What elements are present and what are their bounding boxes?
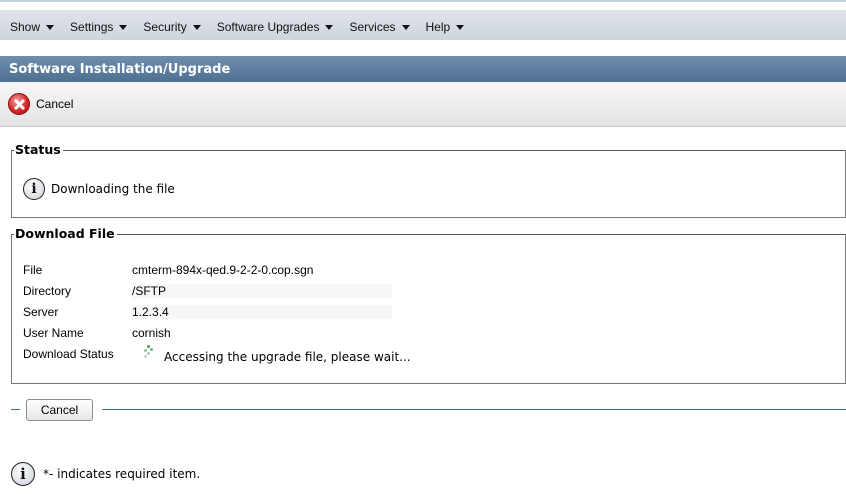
menu-services-label: Services [349, 20, 396, 34]
status-section: Status i Downloading the file [11, 143, 846, 218]
menu-security-label: Security [143, 20, 187, 34]
download-status-row: Download Status Accessing the upgrade fi… [12, 343, 846, 367]
user-name-label: User Name [23, 326, 84, 340]
menu-bar: Show Settings Security Software Upgrades… [0, 0, 846, 40]
chevron-down-icon [119, 24, 128, 30]
chevron-down-icon [456, 24, 465, 30]
user-name-value: cornish [132, 326, 171, 340]
menu-security[interactable]: Security [143, 20, 201, 34]
chevron-down-icon [401, 24, 410, 30]
download-status-message: Accessing the upgrade file, please wait.… [164, 350, 411, 364]
directory-label: Directory [23, 284, 72, 298]
cancel-x-icon [8, 93, 30, 115]
directory-value: /SFTP [132, 284, 392, 298]
directory-row: Directory /SFTP [12, 280, 412, 300]
status-legend: Status [15, 142, 61, 157]
file-label: File [23, 263, 43, 277]
toolbar-cancel-label: Cancel [36, 97, 74, 111]
footer-note: i *- indicates required item. [11, 462, 200, 486]
download-file-section: Download File File cmterm-894x-qed.9-2-2… [11, 227, 846, 384]
chevron-down-icon [325, 24, 334, 30]
info-icon: i [23, 178, 45, 200]
toolbar: Cancel [0, 82, 846, 127]
page-title: Software Installation/Upgrade [0, 56, 846, 82]
chevron-down-icon [192, 24, 201, 30]
chevron-down-icon [46, 24, 55, 30]
menu-services[interactable]: Services [349, 20, 410, 34]
info-icon: i [11, 462, 35, 486]
divider-right [102, 409, 846, 410]
server-label: Server [23, 305, 59, 319]
menu-software-upgrades[interactable]: Software Upgrades [217, 20, 334, 34]
menu-software-upgrades-label: Software Upgrades [216, 20, 320, 34]
cancel-button[interactable]: Cancel [26, 399, 93, 421]
divider-left [11, 409, 20, 410]
menu-items: Show Settings Security Software Upgrades… [10, 20, 480, 34]
menu-show[interactable]: Show [10, 20, 55, 34]
menu-settings[interactable]: Settings [70, 20, 128, 34]
loading-spinner-icon [142, 345, 154, 359]
server-row: Server 1.2.3.4 [12, 301, 412, 321]
user-name-row: User Name cornish [12, 322, 412, 342]
menu-show-label: Show [10, 20, 41, 34]
required-note: *- indicates required item. [43, 467, 201, 481]
download-status-label: Download Status [23, 347, 114, 361]
menu-help[interactable]: Help [426, 20, 465, 34]
status-message: Downloading the file [51, 182, 175, 196]
file-value: cmterm-894x-qed.9-2-2-0.cop.sgn [132, 263, 314, 277]
download-file-legend: Download File [15, 226, 115, 241]
file-row: File cmterm-894x-qed.9-2-2-0.cop.sgn [12, 259, 412, 279]
status-row: i Downloading the file [23, 178, 175, 200]
server-value: 1.2.3.4 [132, 305, 392, 319]
menu-help-label: Help [425, 20, 451, 34]
menu-settings-label: Settings [70, 20, 114, 34]
toolbar-cancel-button[interactable]: Cancel [8, 93, 73, 115]
